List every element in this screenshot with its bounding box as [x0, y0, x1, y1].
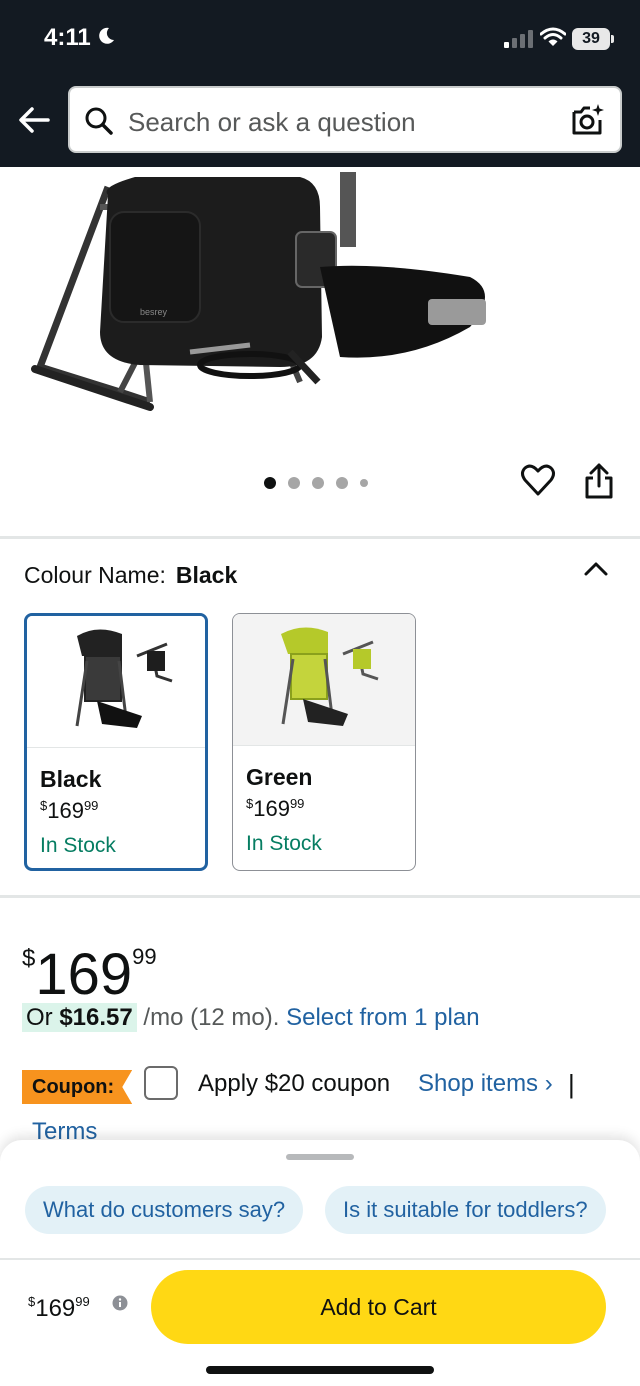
- swatch-name: Green: [246, 764, 313, 790]
- colour-swatch-green[interactable]: Green $16999 In Stock: [232, 613, 416, 871]
- select-plan-link[interactable]: Select from 1 plan: [286, 1004, 479, 1031]
- swatch-image: [233, 614, 415, 746]
- colour-swatch-black[interactable]: Black $16999 In Stock: [24, 613, 208, 871]
- back-arrow-icon[interactable]: [14, 100, 54, 140]
- footer-price: $16999: [28, 1294, 90, 1322]
- signal-icon: [504, 30, 533, 48]
- swatch-stock-status: In Stock: [40, 834, 116, 857]
- swatch-name: Black: [40, 766, 102, 792]
- carousel-dot[interactable]: [336, 477, 348, 489]
- coupon-checkbox[interactable]: [144, 1066, 178, 1100]
- colour-value: Black: [175, 562, 238, 588]
- sheet-divider: [0, 1258, 640, 1260]
- swatch-price: $16999: [40, 798, 99, 823]
- question-chip-customers[interactable]: What do customers say?: [25, 1186, 304, 1234]
- camera-lens-icon[interactable]: [570, 102, 606, 138]
- info-icon[interactable]: [112, 1295, 128, 1311]
- wifi-icon: [540, 27, 566, 46]
- monthly-payment-row: Or $16.57 /mo (12 mo). Select from 1 pla…: [22, 1003, 480, 1032]
- link-separator: |: [568, 1069, 575, 1099]
- top-bar: 4:11 39 Search or ask a question: [0, 0, 640, 167]
- monthly-badge: Or $16.57: [22, 1003, 137, 1032]
- svg-text:besrey: besrey: [140, 307, 168, 317]
- share-icon[interactable]: [582, 462, 616, 500]
- colour-name-row: Colour Name: Black: [24, 562, 237, 589]
- moon-icon: [99, 27, 114, 44]
- product-price: $16999: [22, 942, 157, 1007]
- section-divider: [0, 536, 640, 539]
- carousel-dot[interactable]: [288, 477, 300, 489]
- swatch-stock-status: In Stock: [246, 832, 322, 855]
- sheet-grabber[interactable]: [286, 1154, 354, 1160]
- carousel-dot[interactable]: [360, 479, 368, 487]
- section-divider: [0, 895, 640, 898]
- swatch-image: [27, 616, 205, 748]
- colour-label: Colour Name:: [24, 562, 166, 588]
- child-carrier-photo: besrey: [31, 172, 486, 411]
- add-to-cart-button[interactable]: Add to Cart: [151, 1270, 606, 1344]
- battery-level: 39: [572, 28, 610, 50]
- image-carousel-dots[interactable]: [264, 476, 368, 490]
- search-placeholder: Search or ask a question: [128, 107, 416, 137]
- status-time: 4:11: [44, 24, 91, 51]
- monthly-terms: /mo (12 mo).: [136, 1004, 287, 1031]
- shop-items-link[interactable]: Shop items ›: [418, 1070, 553, 1098]
- swatch-price: $16999: [246, 796, 305, 821]
- bottom-sheet: What do customers say? Is it suitable fo…: [0, 1140, 640, 1386]
- search-input[interactable]: Search or ask a question: [68, 86, 622, 153]
- carousel-dot[interactable]: [312, 477, 324, 489]
- search-icon: [85, 107, 113, 135]
- product-image[interactable]: besrey: [0, 167, 640, 457]
- coupon-badge: Coupon:: [22, 1070, 133, 1104]
- coupon-text[interactable]: Apply $20 coupon: [198, 1070, 390, 1098]
- heart-icon[interactable]: [520, 462, 556, 498]
- carousel-dot[interactable]: [264, 477, 276, 489]
- battery-icon: 39: [572, 28, 614, 50]
- question-chip-toddlers[interactable]: Is it suitable for toddlers?: [325, 1186, 606, 1234]
- home-indicator: [206, 1366, 434, 1374]
- chevron-up-icon[interactable]: [582, 556, 610, 580]
